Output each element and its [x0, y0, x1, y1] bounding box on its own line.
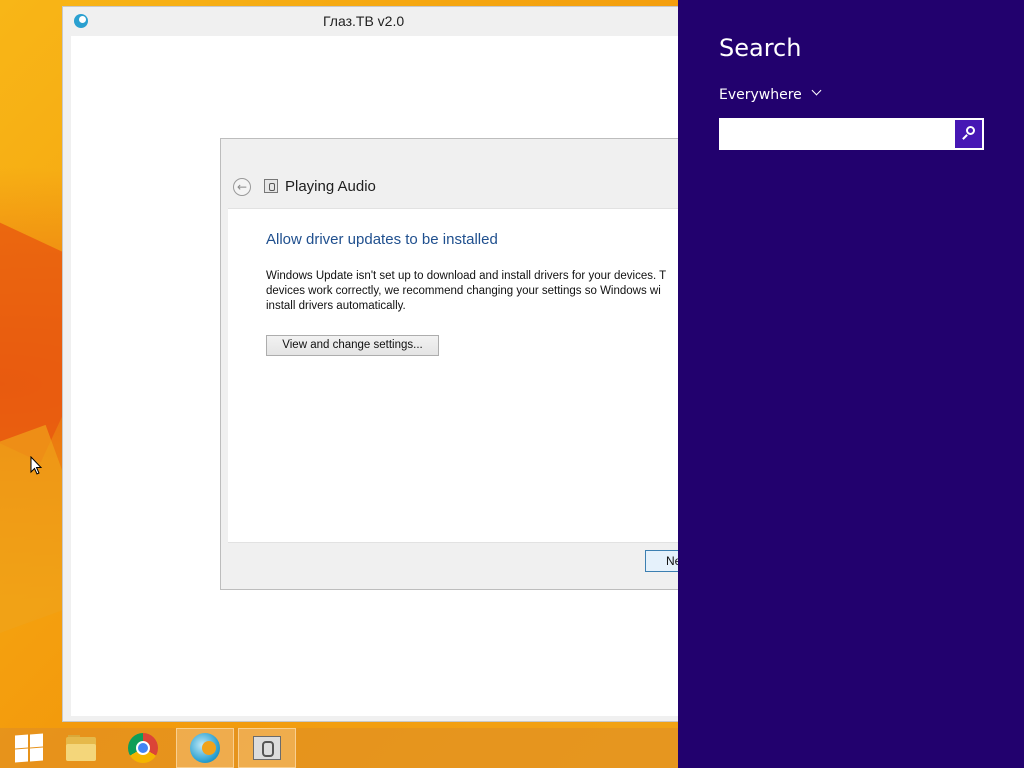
dialog-heading: Allow driver updates to be installed — [266, 231, 498, 248]
taskbar-chrome[interactable] — [114, 728, 172, 768]
view-change-settings-button[interactable]: View and change settings... — [266, 335, 439, 356]
dialog-title: Playing Audio — [285, 178, 376, 195]
taskbar-glaz-tv[interactable] — [176, 728, 234, 768]
troubleshooter-icon — [253, 736, 281, 760]
troubleshooter-icon — [264, 179, 278, 193]
search-icon — [966, 126, 975, 135]
glaz-tv-icon — [190, 733, 220, 763]
app-titlebar[interactable]: Глаз.ТВ v2.0 — [63, 7, 701, 36]
search-box[interactable] — [719, 118, 984, 150]
troubleshooter-dialog[interactable]: ← Playing Audio Allow driver updates to … — [220, 138, 705, 590]
search-scope-label: Everywhere — [719, 87, 802, 103]
back-arrow-icon[interactable]: ← — [233, 178, 251, 196]
dialog-body-text: Windows Update isn't set up to download … — [266, 270, 667, 312]
chevron-down-icon — [812, 87, 822, 97]
windows-logo-icon — [15, 733, 43, 763]
folder-icon — [66, 735, 96, 761]
app-title: Глаз.ТВ v2.0 — [323, 13, 405, 29]
dialog-content: Allow driver updates to be installed Win… — [228, 208, 698, 543]
taskbar-playing-audio[interactable] — [238, 728, 296, 768]
search-charm-title: Search — [719, 34, 802, 62]
start-button[interactable] — [0, 728, 58, 768]
search-button[interactable] — [954, 120, 982, 148]
chrome-icon — [128, 733, 158, 763]
taskbar-file-explorer[interactable] — [52, 728, 110, 768]
dialog-header: ← Playing Audio — [221, 139, 689, 208]
search-charm-panel: Search Everywhere — [678, 0, 1024, 768]
search-input[interactable] — [721, 120, 954, 148]
search-scope-dropdown[interactable]: Everywhere — [719, 87, 822, 103]
mouse-cursor-icon — [30, 456, 43, 475]
